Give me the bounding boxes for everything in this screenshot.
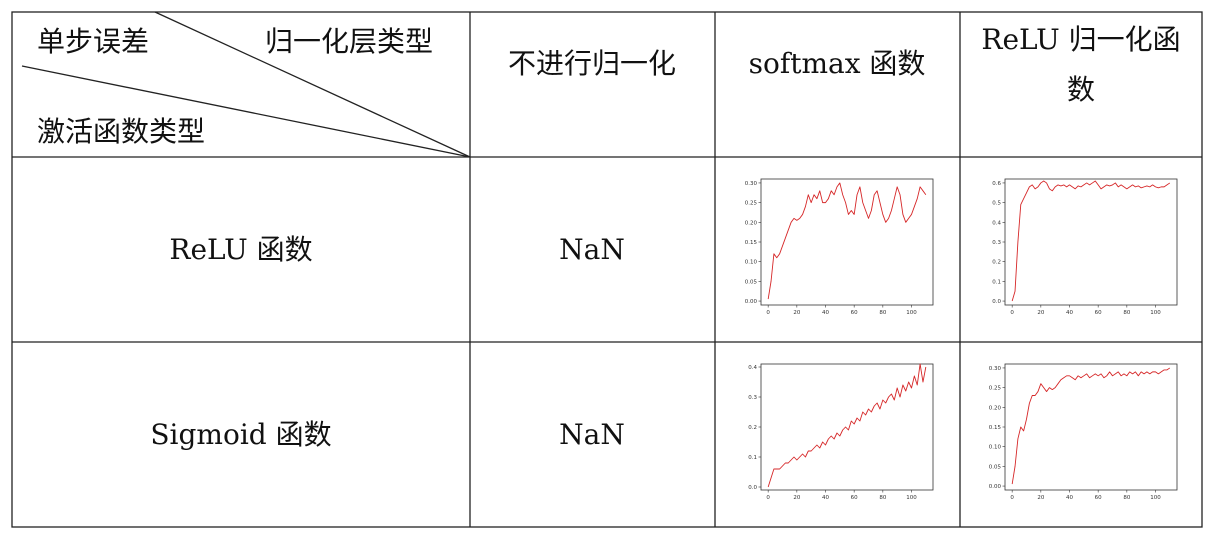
chart-svg: 0 20 40 60 80 100 0.00 0.05 0.10 0.15 0.20 0.25 0.30 — [989, 363, 1178, 501]
plot-sigmoid-relu: 0 20 40 60 80 100 0.00 0.05 0.10 0.15 0.20 0.25 0.30 — [977, 358, 1182, 508]
chart-frame — [1004, 178, 1178, 306]
series-line — [1011, 180, 1171, 302]
chart-svg: 0 20 40 60 80 100 0.0 0.1 0.2 0.3 0.4 — [748, 363, 934, 501]
series-line — [1011, 367, 1171, 485]
x-tick-label: 80 — [1123, 495, 1130, 501]
x-tick-label: 20 — [793, 310, 800, 316]
y-tick-label: 0.5 — [992, 201, 1001, 207]
y-tick-label: 0.6 — [992, 181, 1001, 187]
chart-frame — [760, 178, 934, 306]
y-tick-label: 0.3 — [748, 395, 757, 401]
y-tick-label: 0.10 — [745, 260, 758, 266]
x-tick-label: 20 — [1037, 310, 1044, 316]
x-tick-label: 100 — [906, 495, 917, 501]
y-tick-label: 0.25 — [989, 386, 1002, 392]
y-tick-label: 0.0 — [992, 299, 1001, 305]
chart-svg: 0 20 40 60 80 100 0.0 0.1 0.2 0.3 0.4 0.5 0.6 — [992, 178, 1178, 316]
y-tick-label: 0.30 — [745, 181, 758, 187]
y-tick-label: 0.25 — [745, 201, 758, 207]
x-tick-label: 0 — [766, 495, 770, 501]
header-relu-norm-line1: ReLU 归一化函 — [981, 23, 1181, 56]
y-tick-label: 0.4 — [992, 220, 1001, 226]
row-label-relu: ReLU 函数 — [169, 233, 313, 266]
x-tick-label: 100 — [906, 310, 917, 316]
y-tick-label: 0.00 — [989, 484, 1002, 490]
cell-relu-no-norm: NaN — [559, 233, 625, 266]
x-tick-label: 80 — [879, 310, 886, 316]
plot-relu-relu: 0 20 40 60 80 100 0.0 0.1 0.2 0.3 0.4 0.5 0.6 — [977, 173, 1182, 323]
x-tick-label: 40 — [822, 495, 829, 501]
y-tick-label: 0.1 — [748, 455, 757, 461]
header-softmax: softmax 函数 — [748, 47, 926, 80]
y-tick-label: 0.3 — [992, 240, 1001, 246]
x-tick-label: 100 — [1150, 495, 1161, 501]
x-tick-label: 0 — [1010, 495, 1014, 501]
x-tick-label: 40 — [1066, 495, 1073, 501]
x-tick-label: 0 — [766, 310, 770, 316]
y-tick-label: 0.20 — [745, 220, 758, 226]
y-tick-label: 0.20 — [989, 405, 1002, 411]
header-no-normalization: 不进行归一化 — [507, 47, 677, 80]
diag-label-activation-type: 激活函数类型 — [37, 115, 206, 148]
y-tick-label: 0.1 — [992, 279, 1001, 285]
y-tick-label: 0.0 — [748, 485, 757, 491]
header-relu-norm-line2: 数 — [1066, 73, 1096, 106]
y-tick-label: 0.15 — [989, 425, 1002, 431]
y-tick-label: 0.4 — [748, 365, 757, 371]
diag-label-step-error: 单步误差 — [37, 25, 150, 58]
y-tick-label: 0.30 — [989, 366, 1002, 372]
y-tick-label: 0.15 — [745, 240, 758, 246]
y-tick-label: 0.05 — [989, 464, 1002, 470]
y-tick-label: 0.2 — [992, 260, 1001, 266]
x-tick-label: 60 — [851, 495, 858, 501]
x-tick-label: 60 — [851, 310, 858, 316]
y-tick-label: 0.05 — [745, 279, 758, 285]
series-line — [767, 363, 927, 488]
x-tick-label: 20 — [793, 495, 800, 501]
x-tick-label: 60 — [1095, 495, 1102, 501]
x-tick-label: 40 — [822, 310, 829, 316]
x-tick-label: 40 — [1066, 310, 1073, 316]
plot-sigmoid-softmax: 0 20 40 60 80 100 0.0 0.1 0.2 0.3 0.4 — [733, 358, 938, 508]
x-tick-label: 100 — [1150, 310, 1161, 316]
x-tick-label: 80 — [1123, 310, 1130, 316]
x-tick-label: 20 — [1037, 495, 1044, 501]
diag-label-norm-layer-type: 归一化层类型 — [265, 25, 434, 58]
y-tick-label: 0.2 — [748, 425, 757, 431]
plot-relu-softmax: 0 20 40 60 80 100 0.00 0.05 0.10 0.15 0.20 0.25 0.30 — [733, 173, 938, 323]
y-tick-label: 0.10 — [989, 445, 1002, 451]
x-tick-label: 80 — [879, 495, 886, 501]
x-tick-label: 0 — [1010, 310, 1014, 316]
x-tick-label: 60 — [1095, 310, 1102, 316]
y-tick-label: 0.00 — [745, 299, 758, 305]
chart-svg: 0 20 40 60 80 100 0.00 0.05 0.10 0.15 0.20 0.25 0.30 — [745, 178, 934, 316]
row-label-sigmoid: Sigmoid 函数 — [150, 418, 332, 451]
cell-sigmoid-no-norm: NaN — [559, 418, 625, 451]
series-line — [767, 182, 927, 300]
chart-frame — [1004, 363, 1178, 491]
chart-frame — [760, 363, 934, 491]
